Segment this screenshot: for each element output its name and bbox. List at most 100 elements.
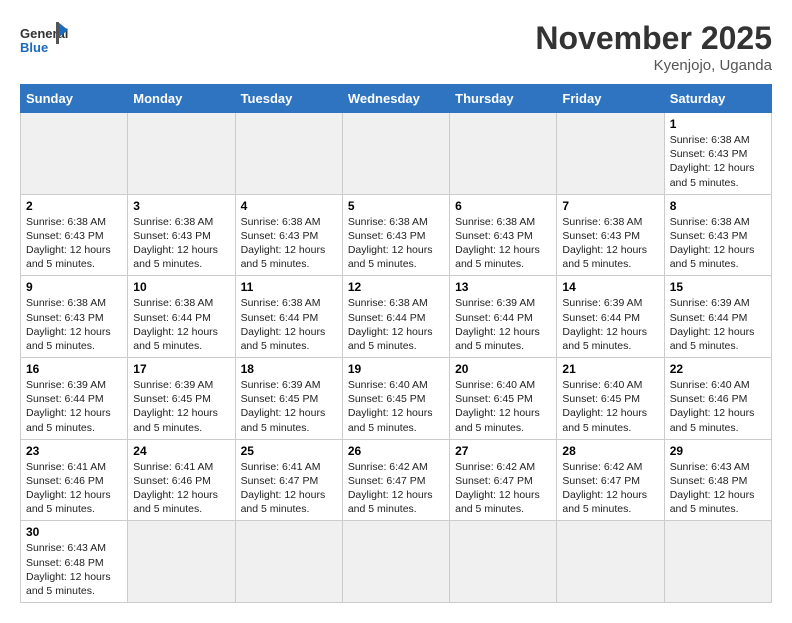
day-number: 4: [241, 199, 337, 213]
day-info: Sunrise: 6:40 AM Sunset: 6:46 PM Dayligh…: [670, 378, 766, 435]
weekday-header-thursday: Thursday: [450, 85, 557, 113]
calendar-cell: 8 Sunrise: 6:38 AM Sunset: 6:43 PM Daylig…: [664, 194, 771, 276]
day-number: 9: [26, 280, 122, 294]
calendar-cell: 12 Sunrise: 6:38 AM Sunset: 6:44 PM Dayli…: [342, 276, 449, 358]
day-number: 20: [455, 362, 551, 376]
calendar-cell: 28Sunrise: 6:42 AM Sunset: 6:47 PM Dayli…: [557, 439, 664, 521]
day-info: Sunrise: 6:38 AM Sunset: 6:44 PM Dayligh…: [241, 296, 337, 353]
day-number: 22: [670, 362, 766, 376]
day-info: Sunrise: 6:38 AM Sunset: 6:43 PM Dayligh…: [670, 133, 766, 190]
day-number: 24: [133, 444, 229, 458]
week-row-4: 23 Sunrise: 6:41 AM Sunset: 6:46 PM Dayli…: [21, 439, 772, 521]
day-info: Sunrise: 6:38 AM Sunset: 6:44 PM Dayligh…: [348, 296, 444, 353]
day-number: 21: [562, 362, 658, 376]
day-number: 2: [26, 199, 122, 213]
day-info: Sunrise: 6:41 AM Sunset: 6:46 PM Dayligh…: [133, 460, 229, 517]
calendar-cell: 7 Sunrise: 6:38 AM Sunset: 6:43 PM Daylig…: [557, 194, 664, 276]
day-info: Sunrise: 6:40 AM Sunset: 6:45 PM Dayligh…: [348, 378, 444, 435]
day-number: 14: [562, 280, 658, 294]
calendar-cell: 13 Sunrise: 6:39 AM Sunset: 6:44 PM Dayli…: [450, 276, 557, 358]
calendar-cell: 14 Sunrise: 6:39 AM Sunset: 6:44 PM Dayli…: [557, 276, 664, 358]
day-number: 12: [348, 280, 444, 294]
calendar-cell: [557, 521, 664, 603]
day-info: Sunrise: 6:38 AM Sunset: 6:43 PM Dayligh…: [455, 215, 551, 272]
calendar-cell: [342, 113, 449, 195]
month-title: November 2025: [535, 20, 772, 57]
calendar-cell: 30 Sunrise: 6:43 AM Sunset: 6:48 PM Dayli…: [21, 521, 128, 603]
calendar-cell: 16Sunrise: 6:39 AM Sunset: 6:44 PM Dayli…: [21, 358, 128, 440]
day-number: 28: [562, 444, 658, 458]
calendar-cell: [450, 113, 557, 195]
day-info: Sunrise: 6:38 AM Sunset: 6:43 PM Dayligh…: [562, 215, 658, 272]
day-number: 6: [455, 199, 551, 213]
day-number: 7: [562, 199, 658, 213]
day-info: Sunrise: 6:38 AM Sunset: 6:43 PM Dayligh…: [26, 296, 122, 353]
day-info: Sunrise: 6:38 AM Sunset: 6:43 PM Dayligh…: [670, 215, 766, 272]
day-number: 17: [133, 362, 229, 376]
day-number: 1: [670, 117, 766, 131]
day-number: 15: [670, 280, 766, 294]
day-info: Sunrise: 6:38 AM Sunset: 6:43 PM Dayligh…: [348, 215, 444, 272]
day-info: Sunrise: 6:39 AM Sunset: 6:44 PM Dayligh…: [455, 296, 551, 353]
calendar-cell: 18 Sunrise: 6:39 AM Sunset: 6:45 PM Dayli…: [235, 358, 342, 440]
calendar-cell: 25 Sunrise: 6:41 AM Sunset: 6:47 PM Dayli…: [235, 439, 342, 521]
day-info: Sunrise: 6:39 AM Sunset: 6:44 PM Dayligh…: [562, 296, 658, 353]
day-info: Sunrise: 6:40 AM Sunset: 6:45 PM Dayligh…: [562, 378, 658, 435]
calendar-cell: [128, 113, 235, 195]
day-number: 3: [133, 199, 229, 213]
weekday-header-sunday: Sunday: [21, 85, 128, 113]
calendar-cell: 19 Sunrise: 6:40 AM Sunset: 6:45 PM Dayli…: [342, 358, 449, 440]
day-number: 5: [348, 199, 444, 213]
calendar-cell: 23 Sunrise: 6:41 AM Sunset: 6:46 PM Dayli…: [21, 439, 128, 521]
day-info: Sunrise: 6:39 AM Sunset: 6:44 PM Dayligh…: [670, 296, 766, 353]
day-info: Sunrise: 6:39 AM Sunset: 6:44 PM Dayligh…: [26, 378, 122, 435]
logo: General Blue: [20, 20, 68, 58]
day-info: Sunrise: 6:39 AM Sunset: 6:45 PM Dayligh…: [241, 378, 337, 435]
day-number: 10: [133, 280, 229, 294]
day-info: Sunrise: 6:43 AM Sunset: 6:48 PM Dayligh…: [26, 541, 122, 598]
day-number: 19: [348, 362, 444, 376]
calendar-cell: [235, 521, 342, 603]
day-info: Sunrise: 6:38 AM Sunset: 6:43 PM Dayligh…: [26, 215, 122, 272]
svg-text:Blue: Blue: [20, 40, 48, 55]
calendar-cell: [21, 113, 128, 195]
calendar-cell: 9 Sunrise: 6:38 AM Sunset: 6:43 PM Daylig…: [21, 276, 128, 358]
calendar-cell: 26Sunrise: 6:42 AM Sunset: 6:47 PM Dayli…: [342, 439, 449, 521]
day-info: Sunrise: 6:38 AM Sunset: 6:43 PM Dayligh…: [133, 215, 229, 272]
week-row-2: 9 Sunrise: 6:38 AM Sunset: 6:43 PM Daylig…: [21, 276, 772, 358]
week-row-5: 30 Sunrise: 6:43 AM Sunset: 6:48 PM Dayli…: [21, 521, 772, 603]
calendar-cell: 10 Sunrise: 6:38 AM Sunset: 6:44 PM Dayli…: [128, 276, 235, 358]
calendar-cell: 20Sunrise: 6:40 AM Sunset: 6:45 PM Dayli…: [450, 358, 557, 440]
day-info: Sunrise: 6:38 AM Sunset: 6:43 PM Dayligh…: [241, 215, 337, 272]
day-info: Sunrise: 6:42 AM Sunset: 6:47 PM Dayligh…: [455, 460, 551, 517]
weekday-header-tuesday: Tuesday: [235, 85, 342, 113]
weekday-header-saturday: Saturday: [664, 85, 771, 113]
calendar-cell: 17 Sunrise: 6:39 AM Sunset: 6:45 PM Dayli…: [128, 358, 235, 440]
day-info: Sunrise: 6:41 AM Sunset: 6:46 PM Dayligh…: [26, 460, 122, 517]
location: Kyenjojo, Uganda: [535, 57, 772, 74]
day-info: Sunrise: 6:42 AM Sunset: 6:47 PM Dayligh…: [348, 460, 444, 517]
day-info: Sunrise: 6:39 AM Sunset: 6:45 PM Dayligh…: [133, 378, 229, 435]
day-info: Sunrise: 6:41 AM Sunset: 6:47 PM Dayligh…: [241, 460, 337, 517]
day-number: 23: [26, 444, 122, 458]
calendar-cell: [128, 521, 235, 603]
calendar-cell: [664, 521, 771, 603]
day-number: 8: [670, 199, 766, 213]
day-number: 18: [241, 362, 337, 376]
calendar-table: SundayMondayTuesdayWednesdayThursdayFrid…: [20, 84, 772, 603]
calendar-cell: 1 Sunrise: 6:38 AM Sunset: 6:43 PM Daylig…: [664, 113, 771, 195]
calendar-cell: 5 Sunrise: 6:38 AM Sunset: 6:43 PM Daylig…: [342, 194, 449, 276]
calendar-cell: 6 Sunrise: 6:38 AM Sunset: 6:43 PM Daylig…: [450, 194, 557, 276]
day-number: 25: [241, 444, 337, 458]
calendar-cell: 21 Sunrise: 6:40 AM Sunset: 6:45 PM Dayli…: [557, 358, 664, 440]
calendar-cell: 2 Sunrise: 6:38 AM Sunset: 6:43 PM Daylig…: [21, 194, 128, 276]
calendar-cell: 22 Sunrise: 6:40 AM Sunset: 6:46 PM Dayli…: [664, 358, 771, 440]
weekday-header-wednesday: Wednesday: [342, 85, 449, 113]
logo-icon: General Blue: [20, 20, 68, 58]
calendar-cell: 27Sunrise: 6:42 AM Sunset: 6:47 PM Dayli…: [450, 439, 557, 521]
calendar-cell: 11Sunrise: 6:38 AM Sunset: 6:44 PM Dayli…: [235, 276, 342, 358]
calendar-cell: 4 Sunrise: 6:38 AM Sunset: 6:43 PM Daylig…: [235, 194, 342, 276]
day-number: 30: [26, 525, 122, 539]
day-number: 13: [455, 280, 551, 294]
day-info: Sunrise: 6:38 AM Sunset: 6:44 PM Dayligh…: [133, 296, 229, 353]
